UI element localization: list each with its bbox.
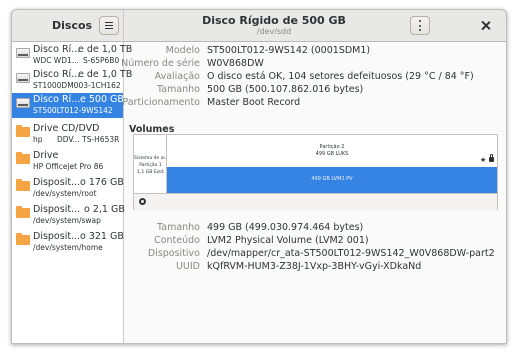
drive-icon xyxy=(16,152,30,164)
partition-1-label-line: Partição 1 xyxy=(139,163,162,168)
sidebar-item-size: o 2,1 GB xyxy=(84,204,125,215)
volume-size-value: 499 GB (499.030.974.464 bytes) xyxy=(207,222,364,233)
sidebar-item-size: o 321 GB xyxy=(80,231,124,242)
sidebar-item-size: e de 1,0 TB xyxy=(78,69,133,80)
sidebar-item-sublabel: hp xyxy=(33,135,43,144)
hard-disk-icon xyxy=(16,73,30,83)
sidebar-item-label: Disposit... xyxy=(33,204,81,215)
volume-uuid-value: kQfRVM-HUM3-Z38J-1Vxp-3BHY-vGyi-XDkaNd xyxy=(207,261,422,272)
partition-2-block[interactable]: Partição 2 499 GB LUKS xyxy=(167,135,497,167)
app-menu-button[interactable] xyxy=(99,16,119,35)
page-subtitle: /dev/sdd xyxy=(256,27,292,36)
kebab-icon-dot xyxy=(419,24,422,27)
close-button[interactable] xyxy=(478,18,494,34)
hamburger-icon-bar xyxy=(105,28,113,30)
lvm-volume-block[interactable]: 499 GB LVM2 PV xyxy=(167,167,497,193)
sidebar-item-label: Disco Rí... xyxy=(33,44,81,55)
sidebar-item-sublabel: HP Officejet Pro 86 xyxy=(33,162,104,171)
sidebar-item-size: e 500 GB xyxy=(80,94,124,105)
partition-1-block[interactable]: Sistema de ar... Partição 1 1,1 GB Ext4 xyxy=(134,135,170,193)
partition-1-label-line: 1,1 GB Ext4 xyxy=(137,170,164,175)
sidebar-item-size: e de 1,0 TB xyxy=(78,44,133,55)
hard-disk-icon xyxy=(16,48,30,58)
sidebar-title: Discos xyxy=(52,19,93,32)
size-value: 500 GB (500.107.862.016 bytes) xyxy=(207,84,364,95)
volume-content-value: LVM2 Physical Volume (LVM2 001) xyxy=(207,235,369,246)
assessment-value: O disco está OK, 104 setores defeituosos… xyxy=(207,71,474,82)
sidebar-item-home-volume[interactable]: Disposit... o 321 GB /dev/system/home xyxy=(12,230,124,255)
volume-device-value: /dev/mapper/cr_ata-ST500LT012-9WS142_W0V… xyxy=(207,248,495,259)
sidebar-item-sublabel: /dev/system/swap xyxy=(33,216,101,225)
partitioning-value: Master Boot Record xyxy=(207,97,301,108)
drive-menu-button[interactable] xyxy=(410,16,430,35)
sidebar-item-label: Drive xyxy=(33,150,59,161)
sidebar: Disco Rí... e de 1,0 TB WDC WD1... S-65P… xyxy=(12,42,132,343)
sidebar-item-label: Disposit... xyxy=(33,231,81,242)
sidebar-item-size: o 176 GB xyxy=(80,177,124,188)
gear-icon xyxy=(139,198,146,205)
sidebar-item-optical-drive[interactable]: Drive CD/DVD hp DDV... TS-H653R xyxy=(12,122,123,147)
sidebar-item-sublabel-right: DDV... TS-H653R xyxy=(57,135,120,144)
lvm-volume-label: 499 GB LVM2 PV xyxy=(311,176,353,182)
partitioning-label: Particionamento xyxy=(122,97,200,108)
sidebar-item-drive[interactable]: Drive HP Officejet Pro 86 xyxy=(12,149,123,174)
sidebar-item-sublabel-right: S-65P6B0 xyxy=(83,56,120,65)
volume-content-label: Conteúdo xyxy=(154,235,200,246)
partition-1-label-line: Sistema de ar... xyxy=(134,156,170,161)
sidebar-item-label: Disco Rí... xyxy=(33,94,81,105)
block-device-icon xyxy=(16,179,30,191)
serial-value: W0V868DW xyxy=(207,58,264,69)
sidebar-item-sublabel: /dev/system/root xyxy=(33,189,97,198)
sidebar-item-root-volume[interactable]: Disposit... o 176 GB /dev/system/root xyxy=(12,176,124,201)
kebab-icon xyxy=(419,20,422,23)
volume-device-label: Dispositivo xyxy=(147,248,200,259)
page-title: Disco Rígido de 500 GB xyxy=(202,14,346,27)
sidebar-item-label: Disco Rí... xyxy=(33,69,81,80)
block-device-icon xyxy=(16,233,30,245)
sidebar-item-sublabel: ST500LT012-9WS142 xyxy=(33,106,113,115)
assessment-label: Avaliação xyxy=(154,71,200,82)
model-label: Modelo xyxy=(165,45,200,56)
block-device-icon xyxy=(16,206,30,218)
sidebar-item-disk-1[interactable]: Disco Rí... e de 1,0 TB WDC WD1... S-65P… xyxy=(12,43,132,68)
disks-window: Discos Disco Rígido de 500 GB /dev/sdd D… xyxy=(11,9,507,344)
hamburger-icon xyxy=(105,22,113,24)
hamburger-icon-bar xyxy=(105,25,113,27)
partition-options-button[interactable] xyxy=(136,196,149,208)
sidebar-item-sublabel: /dev/system/home xyxy=(33,243,103,252)
sidebar-item-label: Drive CD/DVD xyxy=(33,123,100,134)
volumes-map: Sistema de ar... Partição 1 1,1 GB Ext4 … xyxy=(133,134,498,210)
star-icon: ★ xyxy=(480,156,487,164)
partition-2-label-line: 499 GB LUKS xyxy=(315,151,349,157)
model-value: ST500LT012-9WS142 (0001SDM1) xyxy=(207,45,371,56)
sidebar-item-disk-2[interactable]: Disco Rí... e de 1,0 TB ST1000DM003-1CH1… xyxy=(12,68,132,93)
volumes-toolbar xyxy=(134,193,497,210)
sidebar-item-sublabel: WDC WD1... xyxy=(33,56,79,65)
volume-uuid-label: UUID xyxy=(175,261,200,272)
kebab-icon-dot xyxy=(419,29,422,32)
header-bar: Discos Disco Rígido de 500 GB /dev/sdd xyxy=(12,10,506,42)
optical-drive-icon xyxy=(16,125,30,137)
sidebar-item-swap-volume[interactable]: Disposit... o 2,1 GB /dev/system/swap xyxy=(12,203,125,228)
serial-label: Número de série xyxy=(121,58,200,69)
sidebar-item-sublabel: ST1000DM003-1CH162 xyxy=(33,81,121,90)
lock-icon xyxy=(489,154,494,162)
size-label: Tamanho xyxy=(157,84,200,95)
sidebar-item-disk-3[interactable]: Disco Rí... e 500 GB ST500LT012-9WS142 xyxy=(12,93,124,118)
volume-size-label: Tamanho xyxy=(157,222,200,233)
hard-disk-icon xyxy=(16,98,30,108)
sidebar-item-label: Disposit... xyxy=(33,177,81,188)
partition-2-label-line: Partição 2 xyxy=(319,144,345,150)
